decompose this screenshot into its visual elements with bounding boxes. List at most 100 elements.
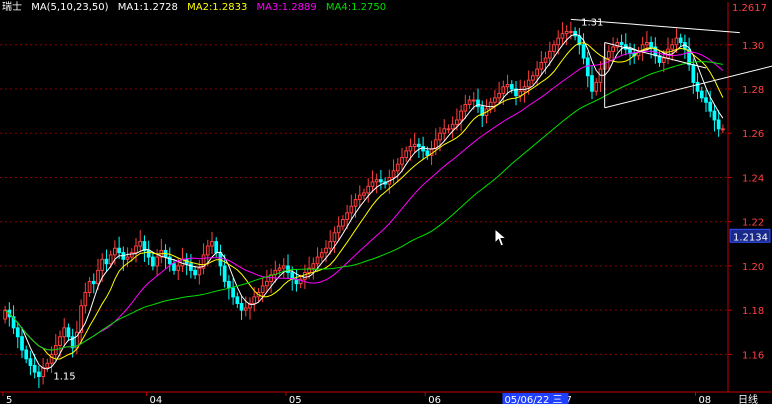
mouse-cursor-icon — [494, 228, 508, 247]
candle — [653, 37, 658, 64]
candle — [374, 173, 379, 194]
ma1-line — [4, 33, 724, 370]
candle — [349, 194, 354, 220]
candle — [391, 159, 396, 184]
candle — [172, 259, 176, 275]
candle — [446, 124, 451, 134]
x-tick-label: 04 — [150, 395, 163, 404]
candle — [691, 58, 696, 94]
candle — [670, 38, 675, 61]
candle — [585, 51, 590, 88]
candle — [539, 50, 544, 76]
candle — [91, 273, 96, 294]
candle — [62, 318, 67, 345]
candle — [518, 79, 523, 102]
candle — [239, 295, 244, 320]
candle — [493, 89, 497, 112]
candle — [619, 34, 624, 55]
candle — [459, 104, 463, 132]
candles — [3, 21, 725, 389]
candle — [45, 358, 50, 373]
candle — [370, 170, 375, 193]
y-tick-label: 1.26 — [742, 129, 764, 140]
candle — [488, 97, 493, 114]
candle — [666, 37, 670, 65]
candle — [623, 33, 628, 56]
candle — [590, 65, 594, 100]
date-readout-label: 05/06/22 三 — [504, 395, 562, 404]
candle — [404, 146, 409, 162]
y-tick-label: 1.30 — [742, 41, 764, 52]
y-tick-label: 1.18 — [742, 306, 764, 317]
candle — [366, 178, 371, 203]
price-annotation: 1.15 — [53, 372, 75, 383]
candle — [581, 33, 586, 65]
candle — [163, 244, 168, 269]
candle — [146, 240, 151, 266]
cursor-price-label: 1.2134 — [733, 232, 768, 243]
candle — [552, 40, 556, 56]
candle — [450, 116, 455, 139]
candle — [138, 230, 143, 253]
candle — [687, 37, 691, 71]
candle — [531, 71, 535, 85]
candle — [721, 124, 725, 134]
candle — [628, 42, 632, 66]
candle — [412, 132, 417, 153]
candle — [319, 248, 324, 262]
y-tick-label: 1.24 — [742, 173, 764, 184]
candle — [281, 257, 286, 278]
candle — [210, 231, 214, 254]
candle — [497, 81, 501, 105]
y-tick-label: 1.20 — [742, 262, 764, 273]
candle — [336, 216, 341, 241]
candle — [41, 357, 45, 385]
candle — [357, 185, 362, 208]
candle — [417, 138, 421, 158]
x-tick-label: 06 — [428, 395, 441, 404]
candle — [379, 169, 383, 190]
candle — [151, 252, 155, 271]
x-tick-label: 08 — [698, 395, 711, 404]
candle — [37, 365, 41, 389]
candle — [66, 323, 71, 342]
last-price-label: 1.2617 — [732, 3, 767, 14]
candle — [598, 61, 603, 93]
candle — [505, 74, 510, 95]
candle — [79, 299, 83, 344]
candle — [311, 257, 316, 280]
candle — [476, 88, 480, 113]
candle — [607, 45, 611, 70]
candle — [286, 254, 290, 279]
candle — [87, 276, 92, 297]
candle — [594, 77, 599, 96]
candle — [611, 37, 615, 60]
candle — [24, 345, 29, 364]
candle — [159, 238, 164, 264]
candle — [395, 157, 400, 183]
candle — [332, 226, 337, 254]
candle — [142, 235, 147, 262]
candle — [341, 215, 345, 231]
candle — [683, 34, 687, 59]
candle — [134, 238, 138, 263]
candle — [615, 38, 620, 52]
x-tick-label: 05 — [289, 395, 302, 404]
candle — [231, 278, 235, 305]
price-annotation: 1.31 — [581, 18, 603, 29]
candle — [704, 89, 708, 112]
y-tick-label: 1.28 — [742, 85, 764, 96]
candlestick-chart[interactable]: 1.30 1.28 1.26 1.24 1.22 1.20 1.18 1.16 1.15 1.31… — [0, 0, 772, 404]
y-tick-label: 1.22 — [742, 218, 764, 229]
candle — [227, 275, 231, 300]
candle — [712, 104, 717, 132]
candle — [269, 268, 273, 293]
candle — [514, 81, 518, 106]
candle — [53, 334, 58, 361]
candle — [155, 249, 159, 276]
candle — [632, 43, 637, 64]
candle — [564, 25, 569, 46]
candle — [235, 292, 240, 308]
candle — [522, 80, 527, 103]
candle — [3, 305, 7, 324]
